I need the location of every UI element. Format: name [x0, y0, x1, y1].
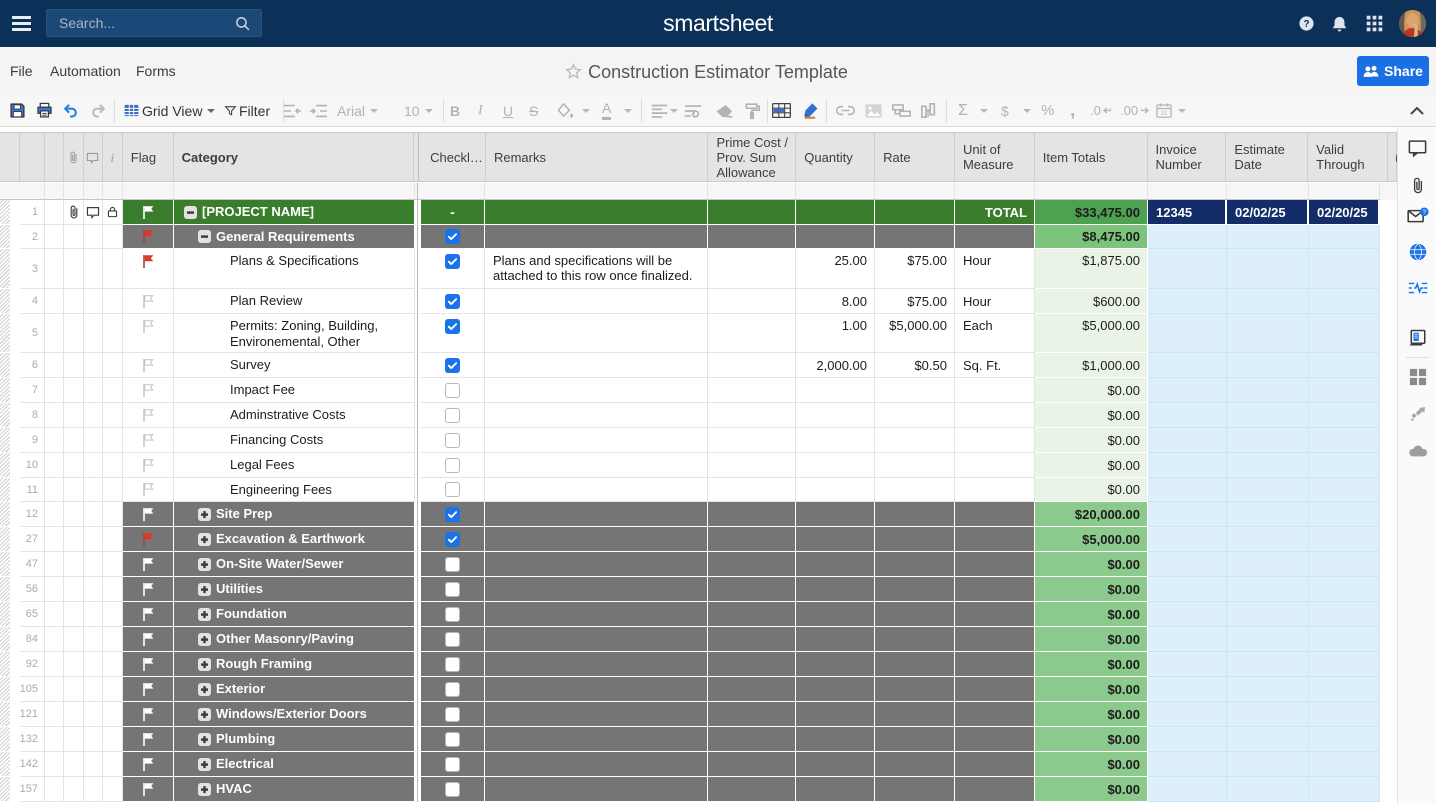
svg-text:?: ?	[1303, 19, 1309, 30]
svg-text:31: 31	[1160, 110, 1168, 117]
svg-text:?: ?	[1422, 209, 1426, 216]
